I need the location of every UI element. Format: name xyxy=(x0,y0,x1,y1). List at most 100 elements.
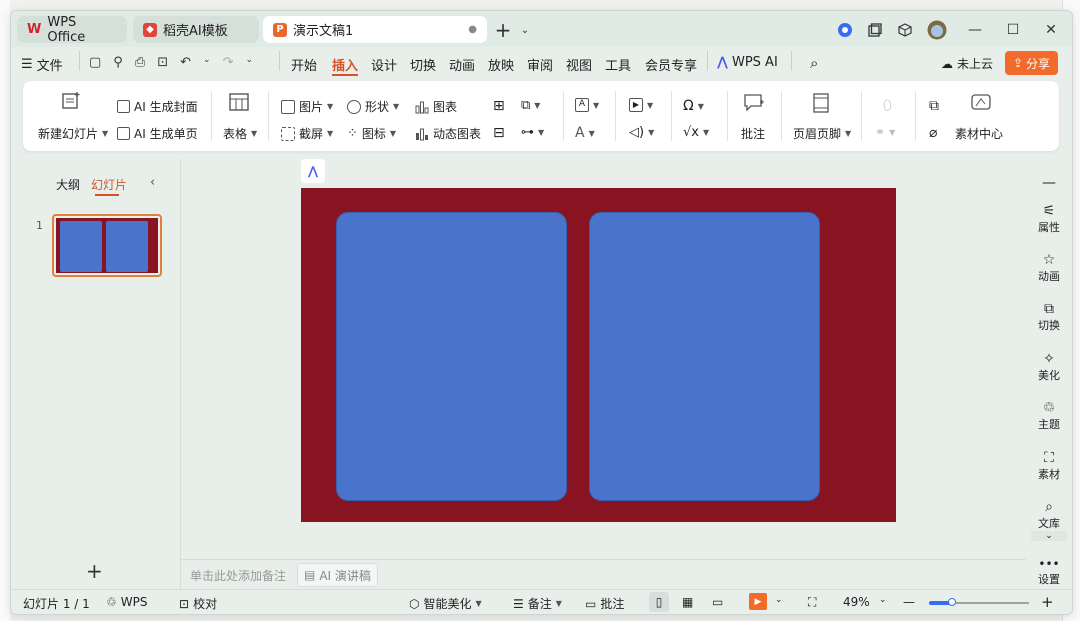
maximize-icon[interactable]: ☐ xyxy=(999,17,1027,43)
new-slide-icon[interactable] xyxy=(61,91,81,111)
cloud-status-button[interactable]: ☁ 未上云 xyxy=(941,55,993,72)
tab-wps-office[interactable]: W WPS Office xyxy=(17,15,127,45)
comment-icon[interactable] xyxy=(743,93,765,111)
theme-button[interactable]: ♲ WPS xyxy=(106,595,147,609)
sidebar-item-beautify[interactable]: ✧ 美化 xyxy=(1026,351,1072,383)
redo-icon[interactable]: ↷ xyxy=(223,55,234,70)
screenshot-button[interactable]: 截屏 ▼ xyxy=(281,125,333,142)
flowchart-button[interactable]: ⧉ ▼ xyxy=(521,98,540,113)
symbol-button[interactable]: Ω ▼ xyxy=(683,98,704,114)
header-footer-button[interactable]: 页眉页脚 ▼ xyxy=(793,125,851,142)
quick-access-dropdown-icon[interactable]: ⌄ xyxy=(246,55,254,70)
print-icon[interactable]: ⎙ xyxy=(135,55,145,70)
zoom-out-icon[interactable]: — xyxy=(903,595,915,609)
header-footer-icon[interactable] xyxy=(813,93,829,113)
tab-outline[interactable]: 大纲 xyxy=(56,176,80,193)
cube-icon[interactable] xyxy=(891,17,919,43)
textbox-button[interactable]: A ▼ xyxy=(575,98,599,112)
print-preview-icon[interactable]: ⊡ xyxy=(157,55,168,70)
zoom-dropdown-icon[interactable]: ⌄ xyxy=(879,595,887,605)
share-button[interactable]: ⇪ 分享 xyxy=(1005,51,1058,75)
comments-toggle-button[interactable]: ▭ 批注 xyxy=(585,595,624,612)
sidebar-item-properties[interactable]: ⚟ 属性 xyxy=(1026,203,1072,235)
play-slideshow-icon[interactable]: ▶ xyxy=(749,593,767,610)
copy-format-icon[interactable]: ⧉ xyxy=(929,98,939,114)
save-icon[interactable]: ▢ xyxy=(89,55,101,70)
tab-template[interactable]: ◆ 稻壳AI模板 xyxy=(133,16,259,43)
dynamic-chart-button[interactable]: 动态图表 xyxy=(415,125,481,142)
chevron-down-icon[interactable]: ⌄ xyxy=(1031,531,1067,541)
tab-list-chevron-icon[interactable]: ⌄ xyxy=(511,17,539,43)
zoom-level[interactable]: 49% xyxy=(843,595,870,609)
picture-button[interactable]: 图片 ▼ xyxy=(281,98,333,115)
notes-placeholder[interactable]: 单击此处添加备注 xyxy=(190,567,286,584)
grid-view-icon[interactable]: ▦ xyxy=(682,595,693,609)
menu-insert[interactable]: 插入 xyxy=(332,55,358,74)
slide-shape-left[interactable] xyxy=(336,212,567,501)
reading-view-icon[interactable]: ▭ xyxy=(712,595,723,609)
fit-window-icon[interactable]: ⛶ xyxy=(808,595,816,610)
proofread-button[interactable]: ⊡ 校对 xyxy=(179,595,217,612)
menu-tools[interactable]: 工具 xyxy=(605,55,631,74)
slide-canvas[interactable] xyxy=(301,188,896,522)
zoom-in-icon[interactable]: + xyxy=(1041,593,1054,611)
wps-ai-float-icon[interactable]: ⋀ xyxy=(301,159,325,183)
wps-ai-button[interactable]: ⋀ WPS AI xyxy=(717,55,778,70)
window-layout-icon[interactable] xyxy=(861,17,889,43)
ai-assistant-icon[interactable] xyxy=(831,17,859,43)
minimize-icon[interactable]: — xyxy=(961,17,989,43)
unsaved-dot-icon[interactable]: ● xyxy=(468,24,477,35)
smart-beautify-button[interactable]: ⬡ 智能美化 ▼ xyxy=(409,595,482,612)
ai-speech-button[interactable]: ▤ AI 演讲稿 xyxy=(297,563,378,587)
notes-toggle-button[interactable]: ☰ 备注 ▼ xyxy=(513,595,562,612)
sidebar-item-settings[interactable]: ••• 设置 xyxy=(1026,557,1072,587)
sidebar-item-transition[interactable]: ⧉ 切换 xyxy=(1026,301,1072,333)
formula-button[interactable]: √x ▼ xyxy=(683,125,709,140)
attachment-icon[interactable]: ⌀ xyxy=(929,125,937,141)
smartart-icon[interactable]: ⊞ xyxy=(493,98,505,114)
video-button[interactable]: ▶ ▼ xyxy=(629,98,653,112)
ai-cover-button[interactable]: AI 生成封面 xyxy=(117,98,198,115)
undo-dropdown-icon[interactable]: ⌄ xyxy=(203,55,211,70)
sidebar-collapse-icon[interactable]: — xyxy=(1026,175,1072,191)
tab-slides[interactable]: 幻灯片 xyxy=(91,176,127,193)
sidebar-item-animation[interactable]: ☆ 动画 xyxy=(1026,252,1072,284)
menu-review[interactable]: 审阅 xyxy=(527,55,553,74)
relation-button[interactable]: ⊶ ▼ xyxy=(521,125,544,140)
search-icon[interactable]: ⌕ xyxy=(810,54,818,72)
chart-button[interactable]: 图表 xyxy=(415,98,457,115)
menu-slideshow[interactable]: 放映 xyxy=(488,55,514,74)
sidebar-item-material[interactable]: ⛶ 素材 xyxy=(1026,450,1072,482)
sidebar-item-library[interactable]: ⌕ 文库 ⌄ xyxy=(1026,499,1072,541)
undo-icon[interactable]: ↶ xyxy=(180,55,191,70)
file-menu[interactable]: ☰ 文件 xyxy=(21,55,63,74)
slide-thumbnail[interactable] xyxy=(52,214,162,277)
material-center-button[interactable]: 素材中心 xyxy=(955,125,1003,142)
icon-button[interactable]: ⁘ 图标 ▼ xyxy=(347,125,396,142)
table-button[interactable]: 表格 ▼ xyxy=(223,125,257,142)
avatar[interactable] xyxy=(923,17,951,43)
ai-single-page-button[interactable]: AI 生成单页 xyxy=(117,125,198,142)
material-center-icon[interactable] xyxy=(971,93,993,111)
menu-design[interactable]: 设计 xyxy=(371,55,397,74)
menu-member[interactable]: 会员专享 xyxy=(645,55,697,74)
menu-animation[interactable]: 动画 xyxy=(449,55,475,74)
comment-button[interactable]: 批注 xyxy=(741,125,765,142)
menu-transition[interactable]: 切换 xyxy=(410,55,436,74)
zoom-slider-thumb[interactable] xyxy=(948,598,956,606)
mindmap-icon[interactable]: ⊟ xyxy=(493,125,505,141)
menu-view[interactable]: 视图 xyxy=(566,55,592,74)
add-slide-icon[interactable]: + xyxy=(86,559,103,583)
tab-document[interactable]: P 演示文稿1 ● xyxy=(263,16,487,43)
wordart-button[interactable]: A ▼ xyxy=(575,125,595,141)
close-icon[interactable]: ✕ xyxy=(1037,17,1065,43)
sidebar-item-theme[interactable]: ♲ 主题 xyxy=(1026,400,1072,432)
shape-button[interactable]: 形状 ▼ xyxy=(347,98,399,115)
format-painter-icon[interactable]: ⚲ xyxy=(113,55,123,70)
collapse-panel-icon[interactable]: ‹ xyxy=(150,175,155,190)
slide-shape-right[interactable] xyxy=(589,212,820,501)
menu-home[interactable]: 开始 xyxy=(291,55,317,74)
play-options-chevron-icon[interactable]: ⌄ xyxy=(775,595,783,605)
table-icon[interactable] xyxy=(229,93,249,111)
normal-view-icon[interactable]: ▯ xyxy=(649,592,669,612)
